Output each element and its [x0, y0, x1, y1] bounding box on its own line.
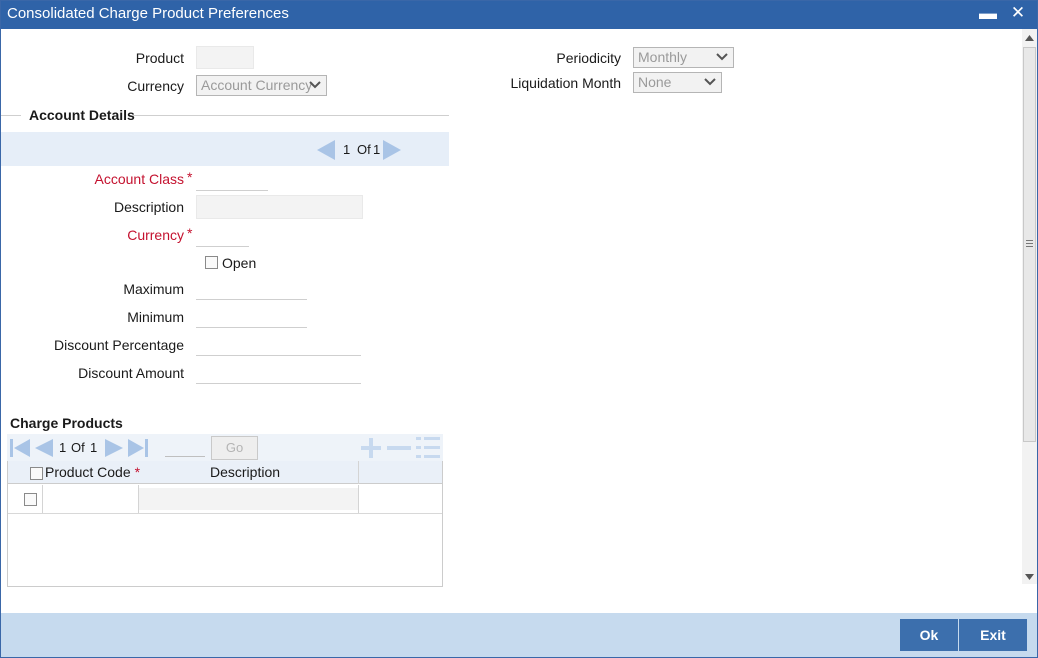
currency-select[interactable]: Account Currency [196, 75, 327, 96]
go-button[interactable]: Go [211, 436, 258, 460]
form-content: Product Currency Account Currency Period… [1, 29, 1021, 612]
grid-pager-total: 1 [90, 440, 98, 455]
periodicity-select[interactable]: Monthly [633, 47, 734, 68]
required-marker: * [187, 225, 193, 241]
grip-icon [1026, 240, 1033, 247]
discount-amount-field[interactable] [196, 362, 361, 384]
account-details-heading: Account Details [29, 107, 135, 123]
account-currency-label: Currency [61, 227, 184, 243]
dropdown-arrow-icon [716, 53, 728, 61]
page-jump-field[interactable] [165, 456, 205, 457]
description-cell [139, 488, 358, 510]
currency-select-value: Account Currency [201, 77, 313, 93]
scroll-up-icon[interactable] [1025, 35, 1034, 41]
minimum-field[interactable] [196, 306, 307, 328]
minimize-icon[interactable]: ▬ [976, 1, 1000, 27]
column-divider [358, 485, 359, 513]
next-record-icon[interactable] [381, 139, 403, 161]
column-header-product-code-text: Product Code [45, 464, 131, 480]
charge-products-grid: Product Code * Description [7, 461, 443, 587]
currency-label: Currency [127, 78, 184, 94]
dialog-footer: Ok Exit [1, 613, 1037, 657]
required-marker: * [134, 464, 141, 480]
discount-percentage-field[interactable] [196, 334, 361, 356]
delete-row-icon[interactable] [386, 436, 412, 460]
account-class-label-text: Account Class [94, 171, 184, 187]
select-all-checkbox[interactable] [30, 467, 43, 480]
periodicity-label: Periodicity [556, 50, 621, 66]
discount-percentage-label: Discount Percentage [54, 337, 184, 353]
dialog-window: Consolidated Charge Product Preferences … [0, 0, 1038, 658]
next-page-icon[interactable] [103, 438, 125, 458]
dropdown-arrow-icon [704, 78, 716, 86]
title-bar: Consolidated Charge Product Preferences … [1, 1, 1037, 29]
column-divider [358, 461, 359, 484]
scroll-down-icon[interactable] [1025, 574, 1034, 580]
section-divider [133, 115, 449, 116]
liquidation-month-select[interactable]: None [633, 72, 722, 93]
grid-header-row: Product Code * Description [8, 461, 442, 484]
required-marker: * [187, 169, 193, 185]
window-title: Consolidated Charge Product Preferences [7, 5, 289, 22]
maximum-label: Maximum [123, 281, 184, 297]
grid-pager-current: 1 [59, 440, 67, 455]
account-class-label: Account Class [61, 171, 184, 187]
section-divider [1, 115, 21, 116]
account-currency-label-text: Currency [127, 227, 184, 243]
periodicity-select-value: Monthly [638, 49, 688, 65]
last-page-icon[interactable] [127, 438, 149, 458]
liquidation-month-label: Liquidation Month [510, 75, 621, 91]
description-label: Description [113, 199, 184, 215]
scrollbar-thumb[interactable] [1023, 47, 1036, 442]
description-field[interactable] [196, 195, 363, 219]
account-class-field[interactable] [196, 169, 268, 191]
first-page-icon[interactable] [9, 438, 31, 458]
product-label: Product [135, 50, 184, 66]
product-field[interactable] [196, 46, 254, 69]
grid-toolbar: 1 Of 1 Go [7, 434, 443, 461]
exit-button[interactable]: Exit [959, 619, 1027, 651]
account-currency-field[interactable] [196, 225, 249, 247]
liquidation-month-select-value: None [638, 74, 672, 90]
open-checkbox[interactable] [205, 256, 218, 269]
product-code-cell[interactable] [43, 485, 138, 513]
maximum-field[interactable] [196, 278, 307, 300]
prev-record-icon[interactable] [315, 139, 337, 161]
row-select-checkbox[interactable] [24, 493, 37, 506]
discount-amount-label: Discount Amount [78, 365, 184, 381]
dropdown-arrow-icon [309, 81, 321, 89]
vertical-scrollbar[interactable] [1022, 29, 1037, 584]
prev-page-icon[interactable] [33, 438, 55, 458]
close-icon[interactable]: ✕ [1006, 1, 1030, 27]
charge-products-heading: Charge Products [10, 415, 123, 431]
column-header-product-code[interactable]: Product Code * [45, 464, 140, 480]
open-label: Open [222, 255, 257, 271]
single-view-icon[interactable] [415, 435, 441, 460]
column-header-description[interactable]: Description [210, 464, 280, 480]
table-row [8, 485, 442, 514]
ok-button[interactable]: Ok [900, 619, 958, 651]
minimum-label: Minimum [127, 309, 184, 325]
account-pager-of: Of [357, 142, 371, 157]
add-row-icon[interactable] [359, 436, 383, 460]
account-pager-total: 1 [373, 142, 381, 157]
grid-pager-of: Of [71, 440, 85, 455]
account-pager-current: 1 [343, 142, 351, 157]
account-pager-bar: 1 Of 1 [1, 132, 449, 166]
